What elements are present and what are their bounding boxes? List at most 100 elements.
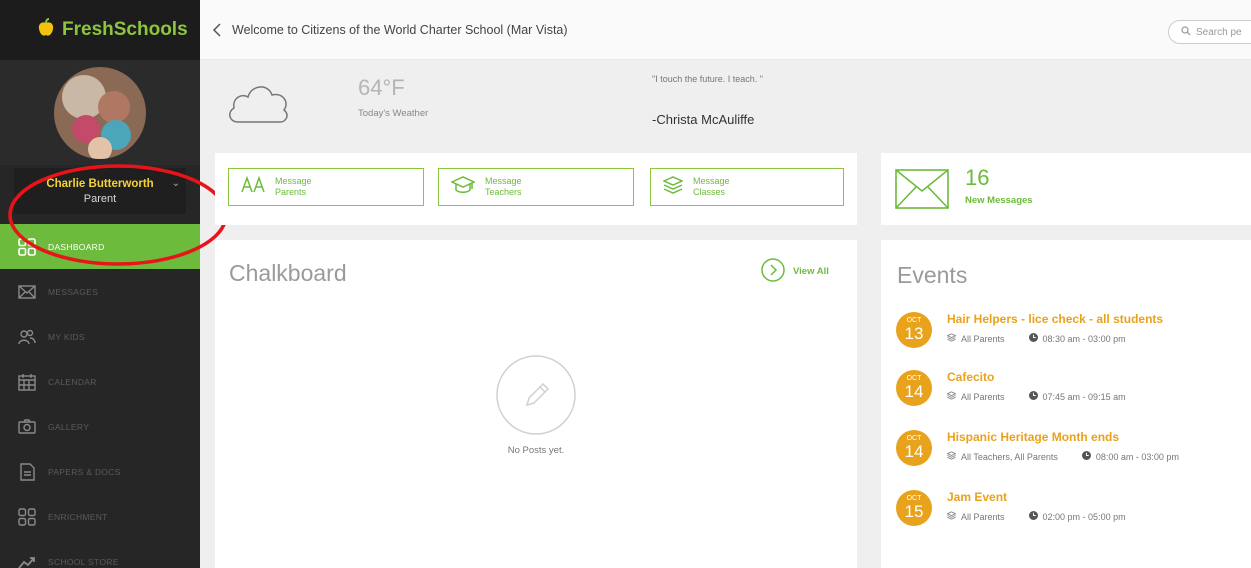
event-time: 02:00 pm - 05:00 pm — [1042, 511, 1126, 522]
event-day: 14 — [904, 382, 924, 401]
sidebar-item-school-store[interactable]: SCHOOL STORE — [0, 539, 200, 568]
page-title: Welcome to Citizens of the World Charter… — [232, 22, 568, 37]
date-badge: OCT 14 — [896, 370, 932, 406]
event-day: 15 — [904, 502, 924, 521]
pencil-icon — [496, 355, 576, 440]
event-meta: All Parents 08:30 am - 03:00 pm — [946, 333, 1126, 344]
sidebar-item-label: MESSAGES — [48, 286, 99, 297]
new-messages-label: New Messages — [965, 195, 1033, 206]
clock-icon — [1028, 391, 1038, 402]
message-classes-button[interactable]: Message Classes — [650, 168, 844, 206]
message-parents-button[interactable]: Message Parents — [228, 168, 424, 206]
events-title: Events — [897, 262, 968, 288]
search-icon — [1181, 25, 1191, 39]
envelope-icon — [16, 281, 38, 303]
event-time: 08:00 am - 03:00 pm — [1095, 451, 1179, 462]
event-audience: All Teachers, All Parents — [961, 451, 1058, 462]
document-icon — [16, 461, 38, 483]
event-title[interactable]: Hair Helpers - lice check - all students — [947, 312, 1163, 326]
grid-icon — [16, 506, 38, 528]
sidebar-item-label: PAPERS & DOCS — [48, 466, 121, 477]
clock-icon — [1028, 511, 1038, 522]
button-label: Message — [693, 176, 730, 186]
user-role: Parent — [83, 193, 117, 205]
sidebar: FreshSchools Charlie Butterworth Parent … — [0, 0, 200, 568]
event-title[interactable]: Hispanic Heritage Month ends — [947, 430, 1119, 444]
people-icon — [16, 326, 38, 348]
events-card: Events OCT 13 Hair Helpers - lice check … — [881, 240, 1251, 568]
event-title[interactable]: Jam Event — [947, 490, 1007, 504]
event-item[interactable]: OCT 14 Cafecito All Parents 07:45 am - 0… — [896, 370, 1246, 412]
user-name: Charlie Butterworth — [46, 178, 154, 190]
back-icon[interactable] — [212, 22, 222, 37]
sidebar-item-label: DASHBOARD — [48, 241, 105, 252]
grid-icon — [16, 236, 38, 258]
clock-icon — [1081, 451, 1091, 462]
top-bar: Welcome to Citizens of the World Charter… — [200, 0, 1251, 60]
layers-icon — [946, 391, 957, 402]
date-badge: OCT 15 — [896, 490, 932, 526]
user-menu[interactable]: Charlie Butterworth Parent ⌄ — [14, 168, 186, 214]
event-item[interactable]: OCT 14 Hispanic Heritage Month ends All … — [896, 430, 1246, 472]
event-meta: All Parents 02:00 pm - 05:00 pm — [946, 511, 1126, 522]
event-audience: All Parents — [961, 511, 1005, 522]
new-messages-card[interactable]: 16 New Messages — [881, 153, 1251, 225]
message-actions-card: Message Parents Message Teachers Message… — [215, 153, 857, 225]
event-day: 14 — [904, 442, 924, 461]
sidebar-nav: DASHBOARD MESSAGES MY KIDS CALENDAR GALL… — [0, 224, 200, 568]
layers-icon — [946, 333, 957, 344]
weather-band: 64°F Today's Weather "I touch the future… — [200, 60, 1251, 142]
sidebar-item-my-kids[interactable]: MY KIDS — [0, 314, 200, 359]
logo[interactable]: FreshSchools — [0, 0, 200, 60]
layers-icon — [662, 175, 684, 199]
search-input[interactable]: Search pe — [1168, 20, 1251, 44]
trend-icon — [16, 551, 38, 568]
cloud-icon — [226, 78, 292, 129]
chalkboard-card: Chalkboard View All No Posts yet. — [215, 240, 857, 568]
temperature: 64°F — [358, 75, 405, 100]
brand-name: FreshSchools — [62, 19, 188, 40]
event-title[interactable]: Cafecito — [947, 370, 994, 384]
sidebar-item-gallery[interactable]: GALLERY — [0, 404, 200, 449]
apple-icon — [36, 17, 56, 43]
sidebar-item-papers-docs[interactable]: PAPERS & DOCS — [0, 449, 200, 494]
sidebar-item-calendar[interactable]: CALENDAR — [0, 359, 200, 404]
avatar[interactable] — [54, 66, 146, 159]
quote-author: -Christa McAuliffe — [652, 112, 755, 127]
date-badge: OCT 14 — [896, 430, 932, 466]
message-teachers-button[interactable]: Message Teachers — [438, 168, 634, 206]
empty-state-text: No Posts yet. — [507, 445, 565, 456]
event-day: 13 — [904, 324, 924, 343]
sidebar-item-label: ENRICHMENT — [48, 511, 108, 522]
button-label: Classes — [693, 187, 726, 197]
event-time: 07:45 am - 09:15 am — [1042, 391, 1126, 402]
sidebar-item-messages[interactable]: MESSAGES — [0, 269, 200, 314]
calendar-icon — [16, 371, 38, 393]
envelope-icon — [895, 169, 949, 214]
clock-icon — [1028, 333, 1038, 344]
sidebar-item-dashboard[interactable]: DASHBOARD — [0, 224, 200, 269]
parents-icon — [241, 175, 265, 199]
event-item[interactable]: OCT 15 Jam Event All Parents 02:00 pm - … — [896, 490, 1246, 532]
button-label: Message — [275, 176, 312, 186]
search-placeholder: Search pe — [1196, 26, 1242, 38]
avatar-area — [0, 60, 200, 165]
weather-label: Today's Weather — [358, 108, 429, 119]
button-label: Teachers — [485, 187, 522, 197]
graduation-cap-icon — [450, 175, 476, 199]
chevron-down-icon: ⌄ — [171, 178, 180, 189]
quote-text: "I touch the future. I teach. " — [652, 74, 763, 84]
sidebar-item-enrichment[interactable]: ENRICHMENT — [0, 494, 200, 539]
event-item[interactable]: OCT 13 Hair Helpers - lice check - all s… — [896, 312, 1246, 354]
button-label: Parents — [275, 187, 307, 197]
event-meta: All Teachers, All Parents 08:00 am - 03:… — [946, 451, 1179, 462]
chalkboard-title: Chalkboard — [229, 260, 347, 286]
sidebar-item-label: MY KIDS — [48, 331, 85, 342]
button-label: Message — [485, 176, 522, 186]
sidebar-item-label: SCHOOL STORE — [48, 556, 119, 567]
event-audience: All Parents — [961, 333, 1005, 344]
event-time: 08:30 am - 03:00 pm — [1042, 333, 1126, 344]
event-meta: All Parents 07:45 am - 09:15 am — [946, 391, 1126, 402]
camera-icon — [16, 416, 38, 438]
view-all-button[interactable]: View All — [761, 258, 829, 285]
